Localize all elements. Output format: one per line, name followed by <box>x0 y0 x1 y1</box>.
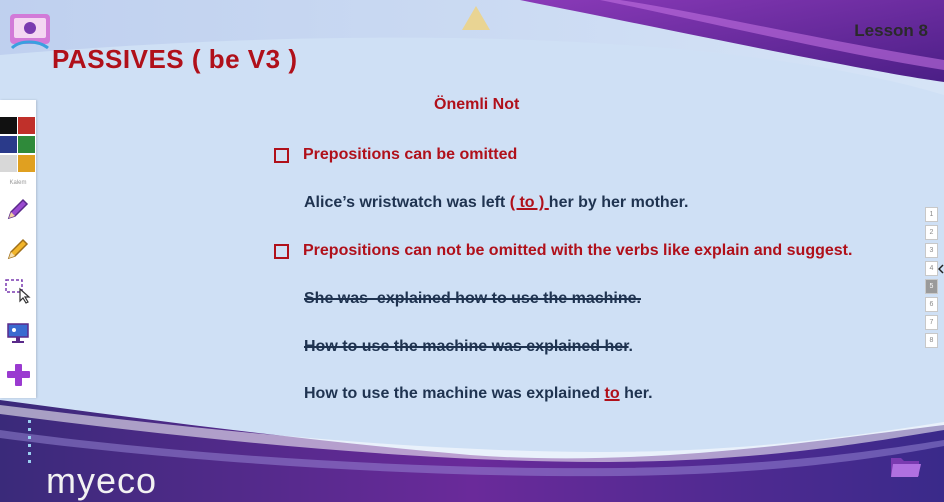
select-icon <box>5 279 31 304</box>
example-text: her. <box>619 385 653 402</box>
page-thumb-7[interactable]: 7 <box>925 315 938 330</box>
highlight-preposition: to <box>604 385 620 402</box>
example-text: How to use the machine was explained <box>304 385 605 402</box>
wrong-sentence-1: She was explained how to use the machine… <box>304 290 641 307</box>
color-swatch-orange[interactable] <box>18 155 35 172</box>
color-swatch-green[interactable] <box>18 136 35 153</box>
add-icon <box>7 364 30 386</box>
add-tool-button[interactable] <box>3 360 33 390</box>
highlight-preposition: ( to ) <box>509 194 549 211</box>
color-swatch-white[interactable] <box>0 155 17 172</box>
page-thumb-8[interactable]: 8 <box>925 333 938 348</box>
slide-canvas: PASSIVES ( be V3 ) Lesson 8 Önemli Not P… <box>0 0 944 502</box>
page-navigator: 1 2 3 4 5 6 7 8 <box>925 207 938 351</box>
bullet-text: Prepositions can be omitted <box>303 146 518 163</box>
brand-logo: myeco <box>46 460 158 501</box>
pen-icon <box>7 198 29 220</box>
pen-size-label: Kalem <box>9 180 27 186</box>
bullet-prepositions-not-omitted: Prepositions can not be omitted with the… <box>274 242 852 260</box>
bullet-prepositions-omitted: Prepositions can be omitted <box>274 146 517 164</box>
select-tool-button[interactable] <box>3 276 33 306</box>
drawing-toolbar: Kalem <box>0 100 36 398</box>
presentation-icon <box>7 323 29 343</box>
folder-icon[interactable] <box>889 452 923 480</box>
struck-text: How to use the machine was explained her <box>304 338 629 355</box>
pen-tool-button[interactable] <box>3 194 33 224</box>
lesson-label: Lesson 8 <box>854 21 928 40</box>
color-swatch-black[interactable] <box>0 117 17 134</box>
app-logo-icon <box>10 14 50 50</box>
checkbox-bullet-icon <box>274 243 289 259</box>
checkbox-bullet-icon <box>274 147 289 163</box>
page-thumb-2[interactable]: 2 <box>925 225 938 240</box>
color-swatch-blue[interactable] <box>0 136 17 153</box>
example-text: Alice’s wristwatch was left <box>304 194 510 211</box>
page-thumb-3[interactable]: 3 <box>925 243 938 258</box>
example-sentence-1: Alice’s wristwatch was left ( to ) her b… <box>304 194 688 212</box>
page-thumb-5[interactable]: 5 <box>925 279 938 294</box>
sentence-tail: . <box>628 338 633 355</box>
dotted-decoration <box>28 420 31 463</box>
page-thumb-4[interactable]: 4 <box>925 261 938 276</box>
example-text: her by her mother. <box>548 194 689 211</box>
correct-sentence: How to use the machine was explained to … <box>304 385 653 403</box>
note-heading: Önemli Not <box>434 96 520 113</box>
presentation-tool-button[interactable] <box>3 318 33 348</box>
page-thumb-6[interactable]: 6 <box>925 297 938 312</box>
slide-title: PASSIVES ( be V3 ) <box>52 44 298 74</box>
highlighter-icon <box>7 238 29 260</box>
color-swatch-red[interactable] <box>18 117 35 134</box>
bullet-text: Prepositions can not be omitted with the… <box>303 242 853 259</box>
highlighter-tool-button[interactable] <box>3 234 33 264</box>
chevron-left-icon[interactable] <box>938 264 944 274</box>
page-thumb-1[interactable]: 1 <box>925 207 938 222</box>
wrong-sentence-2: How to use the machine was explained her… <box>304 338 633 356</box>
